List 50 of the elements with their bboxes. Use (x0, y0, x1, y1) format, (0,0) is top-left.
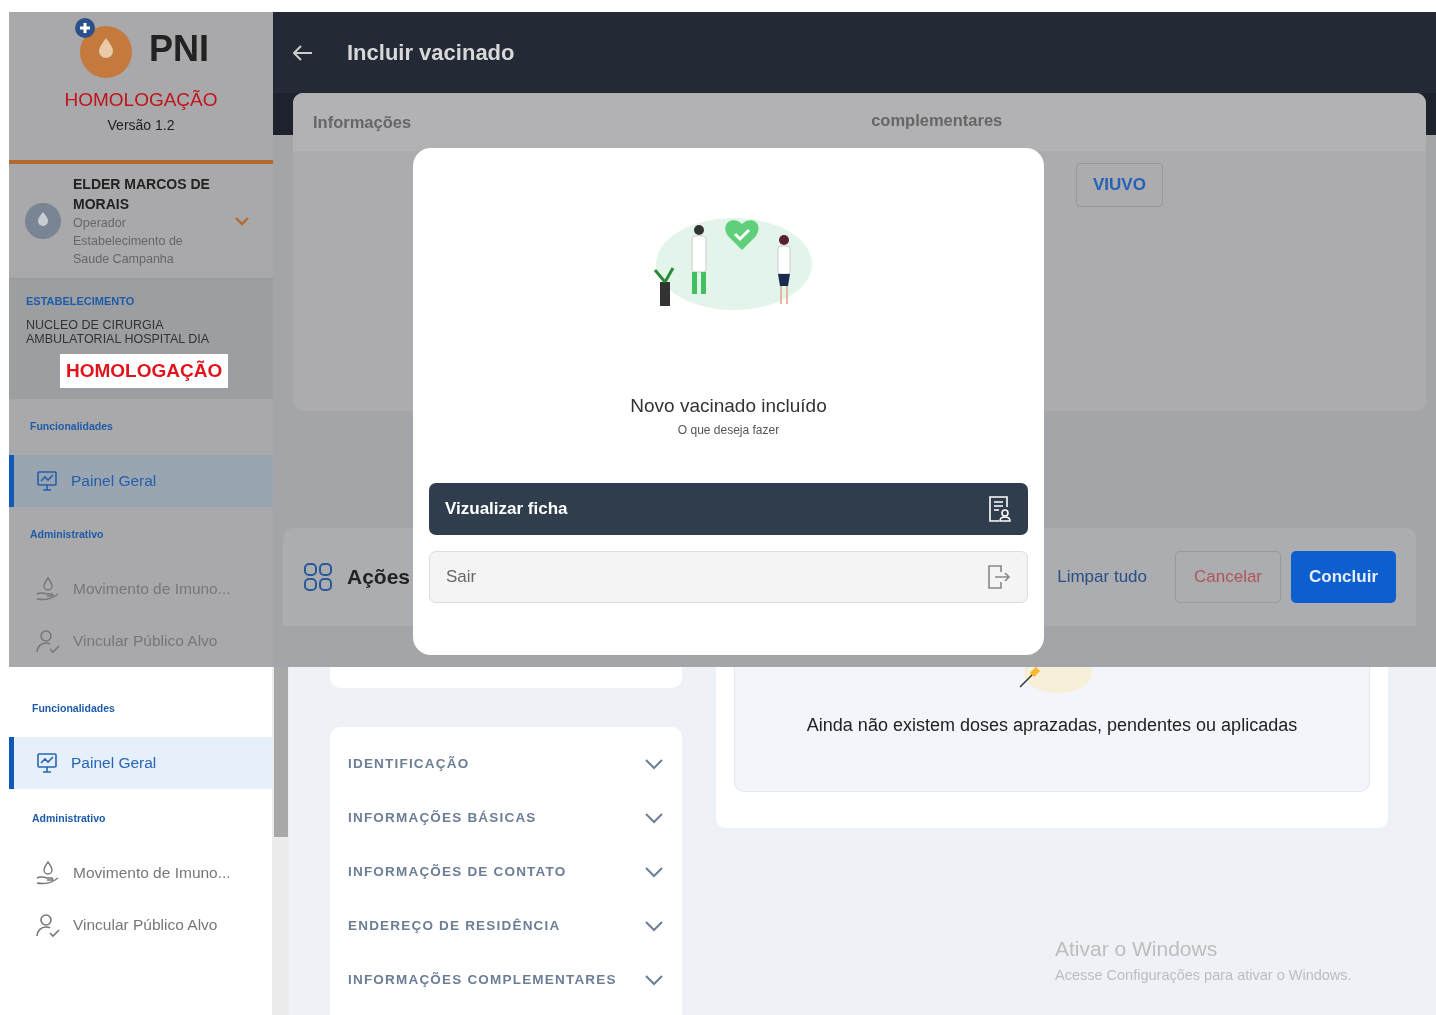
establishment-name: NUCLEO DE CIRURGIA AMBULATORIAL HOSPITAL DIA (26, 317, 211, 346)
option-chip[interactable]: VIUVO (1076, 163, 1163, 207)
clear-link[interactable]: Limpar tudo (1039, 551, 1165, 603)
sidebar-item[interactable]: Painel Geral (9, 454, 273, 507)
accordion-header[interactable]: INFORMAÇÕES DE CONTATO (348, 845, 664, 899)
avatar-icon (25, 203, 61, 239)
logo-text: PNI (149, 27, 209, 71)
hand-drop-icon (35, 575, 61, 602)
presentation-icon (35, 468, 59, 493)
exit-icon (987, 563, 1011, 590)
chevron-icon[interactable] (235, 216, 249, 226)
sidebar-item[interactable]: Movimento de Imuno... (9, 846, 272, 899)
actions-title: Ações (347, 564, 411, 591)
environment-badge: HOMOLOGAÇÃO (60, 353, 229, 388)
accordion-header[interactable]: ENDEREÇO DE RESIDÊNCIA (348, 899, 664, 953)
user-check-icon (35, 911, 61, 938)
tab[interactable]: Informações (313, 93, 412, 151)
establishment-label: ESTABELECIMENTO (26, 294, 136, 309)
user-unit: Estabelecimento de Saude Campanha (73, 233, 184, 268)
accordion-header[interactable]: IDENTIFICAÇÃO (348, 737, 664, 791)
activation-text: Acesse Configurações para ativar o Windows. (1055, 965, 1353, 985)
section-heading: Administrativo (31, 810, 107, 826)
accordion-header[interactable]: INFORMAÇÕES BÁSICAS (348, 791, 664, 845)
dialog-subtitle: O que deseja fazer (677, 421, 780, 439)
page-title: Incluir vacinado (347, 39, 515, 67)
drop-logo-icon (73, 18, 135, 80)
presentation-icon (35, 750, 59, 775)
cancel-button[interactable]: Cancelar (1175, 551, 1282, 603)
version-label: Versão 1.2 (107, 115, 175, 135)
environment-label: HOMOLOGAÇÃO (64, 88, 218, 112)
sidebar-item[interactable]: Vincular Público Alvo (9, 898, 272, 951)
section-heading: Funcionalidades (29, 419, 114, 434)
scrollbar-thumb[interactable] (273, 667, 288, 837)
accordion-header[interactable]: INFORMAÇÕES COMPLEMENTARES (348, 953, 664, 1007)
sidebar-item[interactable]: Painel Geral (9, 736, 272, 789)
user-name: ELDER MARCOS DE MORAIS (73, 175, 211, 214)
user-role: Operador (73, 215, 127, 232)
user-check-icon (35, 627, 61, 654)
back-arrow-icon[interactable] (293, 44, 313, 61)
hand-drop-icon (35, 859, 61, 886)
document-user-icon (988, 494, 1012, 523)
empty-message: Ainda não existem doses aprazadas, pendentes ou aplicadas (806, 714, 1298, 737)
conclude-button[interactable]: Concluir (1291, 551, 1396, 603)
activation-title: Ativar o Windows (1055, 936, 1219, 962)
dialog-title: Novo vacinado incluído (630, 394, 827, 418)
exit-button[interactable]: Sair (429, 550, 1028, 603)
section-heading: Administrativo (29, 526, 105, 542)
section-heading: Funcionalidades (31, 701, 116, 716)
view-record-button[interactable]: Vizualizar ficha (429, 482, 1028, 535)
grid-icon (303, 562, 333, 592)
